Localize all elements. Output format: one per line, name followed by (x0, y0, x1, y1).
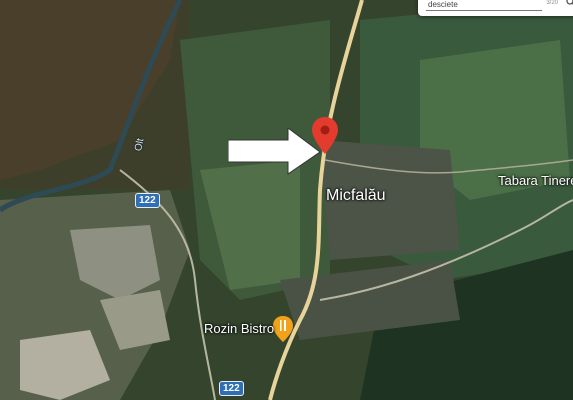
campsite-label[interactable]: Tabara Tinere (498, 173, 573, 188)
search-input[interactable]: desciete (428, 0, 458, 9)
search-underline (426, 10, 542, 11)
road-shield: 122 (135, 193, 160, 208)
road-shield: 122 (219, 381, 244, 396)
arrow-right-icon (228, 128, 321, 175)
map-pin-icon[interactable] (312, 117, 338, 155)
search-box[interactable]: desciete 3/20 (418, 0, 573, 16)
restaurant-label[interactable]: Rozin Bistro (204, 321, 274, 336)
search-icon[interactable] (566, 0, 573, 7)
fork-knife-icon[interactable] (273, 316, 293, 342)
town-label[interactable]: Micfalău (326, 187, 386, 205)
search-result-count: 3/20 (546, 0, 558, 6)
